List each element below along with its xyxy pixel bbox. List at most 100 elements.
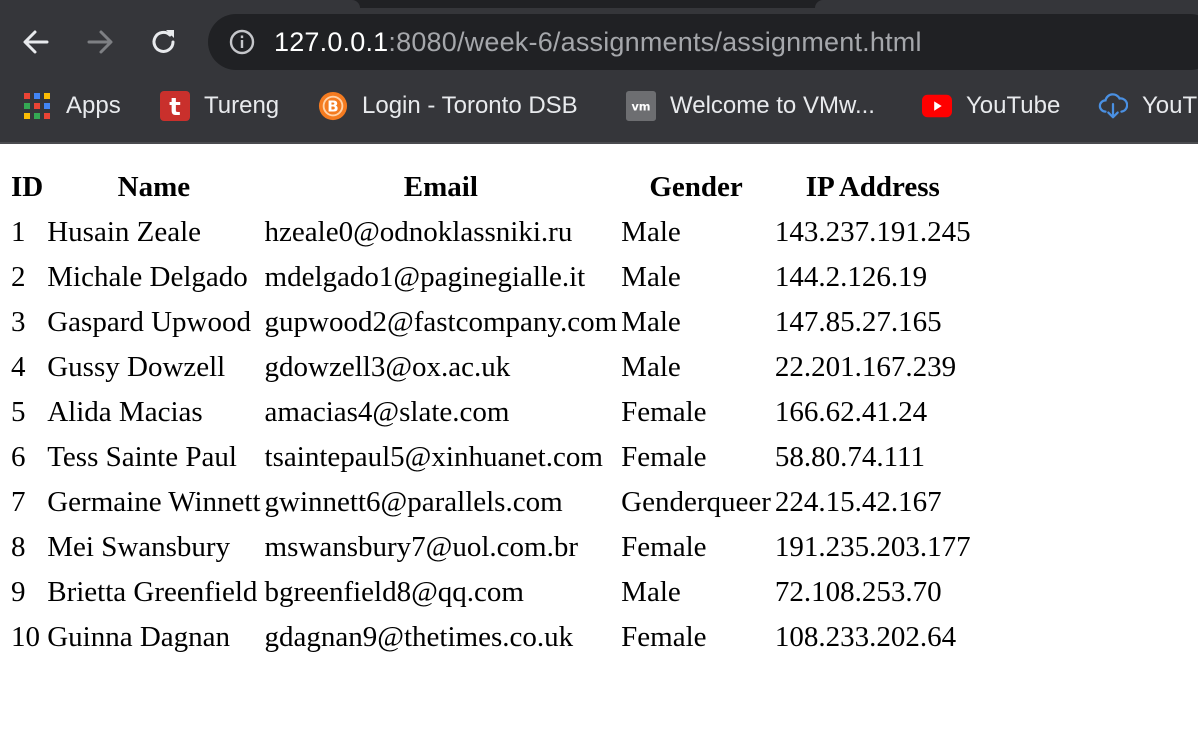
bookmark-tureng[interactable]: t Tureng <box>160 82 279 130</box>
cell-gender: Male <box>621 351 681 383</box>
back-button[interactable] <box>16 22 56 62</box>
cell-email: tsaintepaul5@xinhuanet.com <box>264 441 603 473</box>
brightspace-icon: B <box>318 91 348 121</box>
apps-grid-icon <box>22 91 52 121</box>
cell-id: 10 <box>11 621 40 653</box>
cell-id: 5 <box>11 396 26 428</box>
url-path: :8080/week-6/assignments/assignment.html <box>388 27 922 57</box>
header-id: ID <box>11 171 44 203</box>
table-row: 1 Husain Zeale hzeale0@odnoklassniki.ru … <box>10 211 972 254</box>
cell-name: Michale Delgado <box>47 261 248 293</box>
header-name: Name <box>117 171 191 203</box>
cell-name: Germaine Winnett <box>47 486 261 518</box>
info-icon[interactable] <box>228 28 256 56</box>
cell-name: Husain Zeale <box>47 216 202 248</box>
reload-button[interactable] <box>144 22 184 62</box>
svg-text:B: B <box>327 98 338 116</box>
table-header-row: ID Name Email Gender IP Address <box>10 166 972 209</box>
cell-email: mdelgado1@paginegialle.it <box>264 261 586 293</box>
bookmark-label: Apps <box>66 92 121 119</box>
cell-email: bgreenfield8@qq.com <box>264 576 524 608</box>
cell-id: 7 <box>11 486 26 518</box>
cell-name: Gussy Dowzell <box>47 351 226 383</box>
cell-ip-address: 72.108.253.70 <box>774 576 942 608</box>
table-row: 2 Michale Delgado mdelgado1@paginegialle… <box>10 256 972 299</box>
bookmark-vmware[interactable]: vm Welcome to VMw... <box>626 82 875 130</box>
bookmark-label: Login - Toronto DSB <box>362 92 578 119</box>
cell-ip-address: 191.235.203.177 <box>774 531 971 563</box>
cell-ip-address: 224.15.42.167 <box>774 486 942 518</box>
bookmark-label: Tureng <box>204 92 280 119</box>
cell-email: gupwood2@fastcompany.com <box>264 306 618 338</box>
cell-gender: Female <box>621 531 707 563</box>
cell-id: 1 <box>11 216 26 248</box>
cloud-download-icon <box>1098 91 1128 121</box>
page-content: ID Name Email Gender IP Address 1 Husain… <box>0 144 1198 738</box>
arrow-left-icon <box>23 30 49 54</box>
table-row: 9 Brietta Greenfield bgreenfield8@qq.com… <box>10 571 972 614</box>
table-row: 5 Alida Macias amacias4@slate.com Female… <box>10 391 972 434</box>
cell-ip-address: 144.2.126.19 <box>774 261 928 293</box>
url-host: 127.0.0.1 <box>274 27 389 57</box>
cell-email: gdagnan9@thetimes.co.uk <box>264 621 574 653</box>
cell-ip-address: 143.237.191.245 <box>774 216 971 248</box>
cell-name: Tess Sainte Paul <box>47 441 237 473</box>
cell-email: mswansbury7@uol.com.br <box>264 531 578 563</box>
cell-name: Mei Swansbury <box>47 531 231 563</box>
cell-name: Gaspard Upwood <box>47 306 251 338</box>
cell-gender: Genderqueer <box>621 486 771 518</box>
cell-id: 8 <box>11 531 26 563</box>
vmware-icon: vm <box>626 91 656 121</box>
cell-id: 4 <box>11 351 26 383</box>
cell-email: gdowzell3@ox.ac.uk <box>264 351 511 383</box>
people-table: ID Name Email Gender IP Address 1 Husain… <box>8 164 974 661</box>
cell-email: amacias4@slate.com <box>264 396 510 428</box>
table-row: 10 Guinna Dagnan gdagnan9@thetimes.co.uk… <box>10 616 972 659</box>
bookmark-toronto-dsb[interactable]: B Login - Toronto DSB <box>318 82 578 130</box>
bookmark-label: YouTube <box>966 92 1061 119</box>
bookmark-apps[interactable]: Apps <box>22 82 121 130</box>
cell-email: hzeale0@odnoklassniki.ru <box>264 216 573 248</box>
table-row: 8 Mei Swansbury mswansbury7@uol.com.br F… <box>10 526 972 569</box>
cell-gender: Male <box>621 306 681 338</box>
cell-email: gwinnett6@parallels.com <box>264 486 563 518</box>
svg-text:vm: vm <box>631 101 650 114</box>
url-text[interactable]: 127.0.0.1:8080/week-6/assignments/assign… <box>274 14 922 70</box>
svg-text:t: t <box>169 93 180 121</box>
inactive-tab[interactable] <box>815 0 1198 8</box>
table-row: 3 Gaspard Upwood gupwood2@fastcompany.co… <box>10 301 972 344</box>
cell-name: Alida Macias <box>47 396 203 428</box>
youtube-icon <box>922 91 952 121</box>
bookmarks-bar: Apps t Tureng B Login - Toronto DSB vm W… <box>0 82 1198 130</box>
tureng-icon: t <box>160 91 190 121</box>
cell-name: Guinna Dagnan <box>47 621 231 653</box>
bookmark-youtube[interactable]: YouTube <box>922 82 1060 130</box>
address-bar[interactable]: 127.0.0.1:8080/week-6/assignments/assign… <box>208 14 1198 70</box>
arrow-right-icon <box>87 30 113 54</box>
header-gender: Gender <box>649 171 743 203</box>
cell-gender: Female <box>621 396 707 428</box>
cell-gender: Male <box>621 576 681 608</box>
cell-gender: Male <box>621 261 681 293</box>
table-row: 7 Germaine Winnett gwinnett6@parallels.c… <box>10 481 972 524</box>
cell-gender: Male <box>621 216 681 248</box>
cell-ip-address: 58.80.74.111 <box>774 441 926 473</box>
header-ip-address: IP Address <box>805 171 940 203</box>
cell-ip-address: 108.233.202.64 <box>774 621 957 653</box>
table-row: 6 Tess Sainte Paul tsaintepaul5@xinhuane… <box>10 436 972 479</box>
reload-icon <box>152 30 175 53</box>
cell-ip-address: 147.85.27.165 <box>774 306 942 338</box>
cell-id: 6 <box>11 441 26 473</box>
header-email: Email <box>403 171 478 203</box>
forward-button[interactable] <box>80 22 120 62</box>
table-row: 4 Gussy Dowzell gdowzell3@ox.ac.uk Male … <box>10 346 972 389</box>
cell-name: Brietta Greenfield <box>47 576 258 608</box>
active-tab[interactable] <box>0 0 360 8</box>
cell-ip-address: 166.62.41.24 <box>774 396 928 428</box>
cell-id: 3 <box>11 306 26 338</box>
cell-gender: Female <box>621 441 707 473</box>
cell-id: 2 <box>11 261 26 293</box>
bookmark-label: YouT <box>1142 92 1198 119</box>
bookmark-youtube-download[interactable]: YouT <box>1098 82 1197 130</box>
cell-ip-address: 22.201.167.239 <box>774 351 957 383</box>
